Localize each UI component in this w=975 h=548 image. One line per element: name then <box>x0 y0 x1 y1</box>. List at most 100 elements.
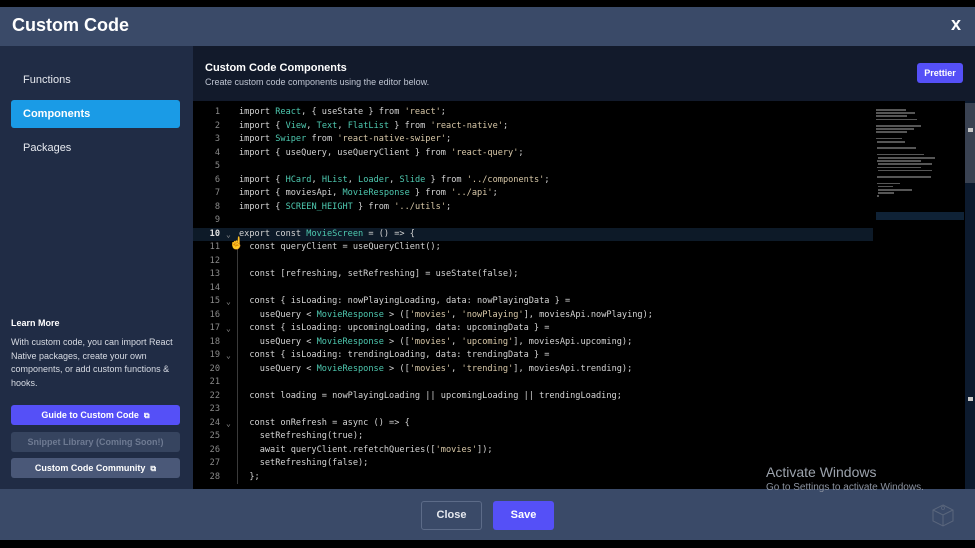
code-line[interactable]: 19 ⌄ const { isLoading: trendingLoading, … <box>193 349 873 363</box>
fold-chevron-icon[interactable]: ⌄ <box>226 417 231 431</box>
minimap-line <box>876 112 915 114</box>
code-text: setRefreshing(false); <box>239 458 369 468</box>
line-number: 28 <box>209 471 220 482</box>
code-editor[interactable]: 1 import React, { useState } from 'react'… <box>193 101 975 489</box>
code-line[interactable]: 27 setRefreshing(false); <box>193 457 873 471</box>
indent-guide <box>237 268 238 282</box>
code-lines[interactable]: 1 import React, { useState } from 'react'… <box>193 106 873 484</box>
close-icon[interactable]: x <box>947 14 965 35</box>
line-number: 25 <box>209 431 220 441</box>
line-number: 27 <box>209 458 220 468</box>
code-text: setRefreshing(true); <box>239 431 364 441</box>
prettier-button[interactable]: Prettier <box>917 63 963 83</box>
code-line[interactable]: 22 const loading = nowPlayingLoading || … <box>193 389 873 403</box>
line-number: 16 <box>209 309 220 320</box>
code-line[interactable]: 21 <box>193 376 873 390</box>
fold-chevron-icon[interactable]: ⌄ <box>226 349 231 363</box>
code-line[interactable]: 16 useQuery < MovieResponse > (['movies'… <box>193 308 873 322</box>
indent-guide <box>237 362 238 376</box>
code-line[interactable]: 14 <box>193 281 873 295</box>
code-text: import { SCREEN_HEIGHT } from '../utils'… <box>239 201 452 212</box>
code-text: import Swiper from 'react-native-swiper'… <box>239 134 452 144</box>
minimap-line <box>877 160 921 162</box>
community-button-label: Custom Code Community <box>34 463 146 473</box>
scrollbar-thumb[interactable] <box>965 103 975 183</box>
line-number: 5 <box>214 161 220 171</box>
code-line[interactable]: 17 ⌄ const { isLoading: upcomingLoading, … <box>193 322 873 336</box>
fold-chevron-icon[interactable]: ⌄ <box>226 322 231 336</box>
guide-button[interactable]: Guide to Custom Code ⧉ <box>11 405 180 425</box>
line-number: 21 <box>209 377 220 387</box>
line-number: 7 <box>214 188 220 198</box>
code-line[interactable]: 23 <box>193 403 873 417</box>
scrollbar-marker <box>968 128 973 132</box>
minimap-line <box>876 128 914 130</box>
indent-guide <box>237 349 238 363</box>
code-line[interactable]: 6 import { HCard, HList, Loader, Slide } … <box>193 174 873 188</box>
code-text: await queryClient.refetchQueries(['movie… <box>239 444 493 455</box>
learn-more-title: Learn More <box>11 318 60 328</box>
sidebar-item-components[interactable]: Components <box>11 100 180 128</box>
line-number: 18 <box>209 336 220 347</box>
code-line[interactable]: 11 const queryClient = useQueryClient(); <box>193 241 873 255</box>
code-line[interactable]: 26 await queryClient.refetchQueries(['mo… <box>193 443 873 457</box>
code-line[interactable]: 5 <box>193 160 873 174</box>
minimap-line <box>877 153 924 156</box>
modal-title: Custom Code <box>12 15 129 35</box>
code-line[interactable]: 15 ⌄ const { isLoading: nowPlayingLoading… <box>193 295 873 309</box>
minimap-line <box>876 131 907 133</box>
minimap-line <box>877 166 921 169</box>
code-line[interactable]: 3 import Swiper from 'react-native-swiper… <box>193 133 873 147</box>
community-button[interactable]: Custom Code Community ⧉ <box>11 458 180 478</box>
fold-chevron-icon[interactable]: ⌄ <box>226 295 231 309</box>
code-line[interactable]: 13 const [refreshing, setRefreshing] = u… <box>193 268 873 282</box>
minimap-line <box>878 163 933 165</box>
sidebar-item-packages[interactable]: Packages <box>11 134 180 162</box>
code-line[interactable]: 7 import { moviesApi, MovieResponse } fro… <box>193 187 873 201</box>
indent-guide <box>237 416 238 430</box>
code-line[interactable]: 18 useQuery < MovieResponse > (['movies'… <box>193 335 873 349</box>
minimap-line <box>877 195 879 197</box>
minimap-line <box>878 169 933 172</box>
snippet-library-label: Snippet Library (Coming Soon!) <box>27 437 164 447</box>
code-line[interactable]: 24 ⌄ const onRefresh = async () => { <box>193 416 873 431</box>
scrollbar-marker <box>968 397 973 401</box>
indent-guide <box>237 470 238 484</box>
code-line[interactable]: 10 ⌄ export const MovieScreen = () => { <box>193 227 873 241</box>
indent-guide <box>237 335 238 349</box>
minimap-line <box>877 182 901 185</box>
code-line[interactable]: 28 }; <box>193 470 873 484</box>
line-number: 24 <box>209 417 220 428</box>
line-number: 20 <box>209 363 220 374</box>
external-link-icon: ⧉ <box>143 411 150 420</box>
code-line[interactable]: 20 useQuery < MovieResponse > (['movies'… <box>193 362 873 376</box>
sidebar-item-functions[interactable]: Functions <box>11 66 180 94</box>
code-text: const loading = nowPlayingLoading || upc… <box>239 390 622 401</box>
code-line[interactable]: 4 import { useQuery, useQueryClient } fro… <box>193 147 873 161</box>
line-number: 11 <box>209 242 220 252</box>
line-number: 23 <box>209 404 220 414</box>
code-text: const queryClient = useQueryClient(); <box>239 242 441 252</box>
minimap[interactable] <box>876 101 964 261</box>
line-number: 12 <box>209 255 220 266</box>
code-text: const { isLoading: trendingLoading, data… <box>239 350 550 360</box>
minimap-line <box>878 189 913 191</box>
guide-button-label: Guide to Custom Code <box>41 410 139 420</box>
code-line[interactable]: 9 <box>193 214 873 228</box>
code-line[interactable]: 25 setRefreshing(true); <box>193 430 873 444</box>
minimap-line <box>876 115 907 117</box>
code-line[interactable]: 1 import React, { useState } from 'react'… <box>193 106 873 120</box>
minimap-line <box>876 125 921 127</box>
code-line[interactable]: 2 import { View, Text, FlatList } from 'r… <box>193 120 873 134</box>
code-text: }; <box>239 471 260 482</box>
code-line[interactable]: 12 <box>193 254 873 268</box>
vertical-scrollbar[interactable] <box>965 101 975 489</box>
sidebar: Functions Components Packages Learn More… <box>0 46 193 489</box>
close-button[interactable]: Close <box>421 501 482 530</box>
minimap-line <box>876 137 902 140</box>
code-text: const [refreshing, setRefreshing] = useS… <box>239 269 519 279</box>
minimap-line <box>876 118 918 121</box>
code-line[interactable]: 8 import { SCREEN_HEIGHT } from '../utils… <box>193 201 873 215</box>
save-button[interactable]: Save <box>493 501 554 530</box>
indent-guide <box>237 322 238 336</box>
